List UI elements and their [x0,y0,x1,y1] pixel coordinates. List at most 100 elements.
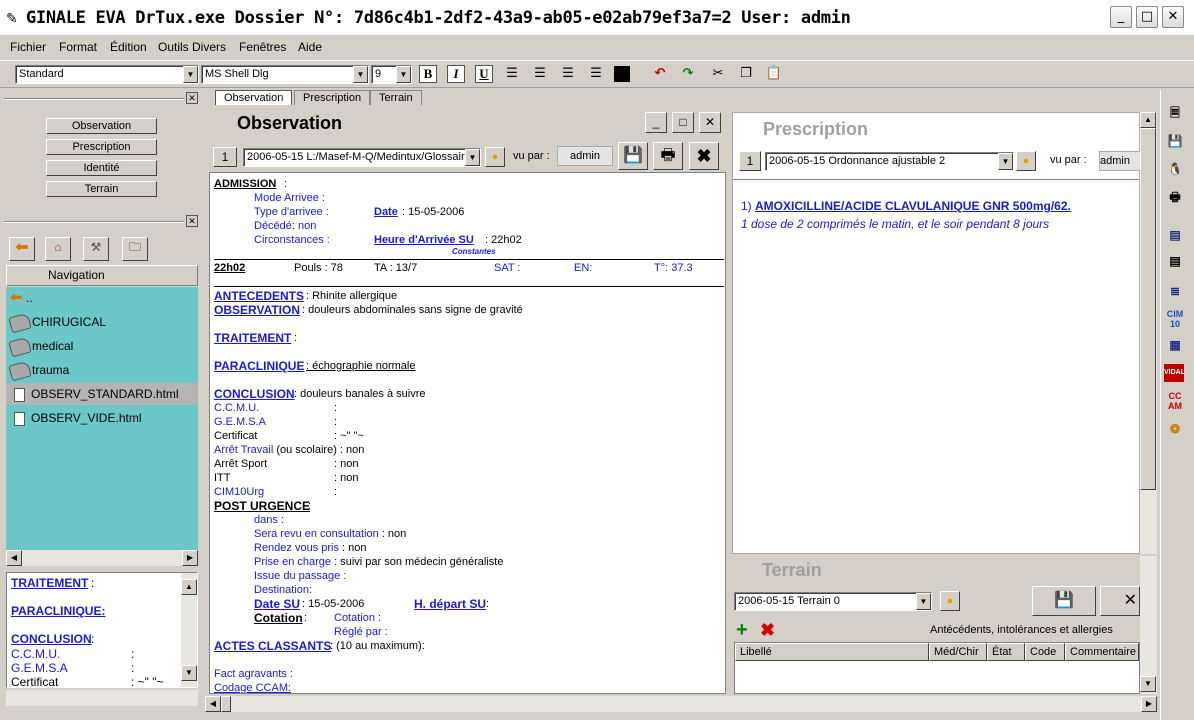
scroll-right-icon[interactable]: ▶ [1141,696,1157,712]
delete-icon[interactable]: ✕ [1100,586,1140,616]
prescription-scrollbar[interactable]: ▲ [1140,112,1157,554]
panel-maximize-button[interactable]: □ [672,112,694,133]
menu-edition[interactable]: Édition [110,40,147,54]
underline-button[interactable]: U [475,65,493,83]
close-icon[interactable]: ✕ [186,215,198,227]
notes-icon[interactable]: 🗏 [1164,102,1186,124]
align-left-icon[interactable]: ☰ [502,64,522,84]
identite-button[interactable]: Identité [46,160,157,176]
prescription-item[interactable]: 1) AMOXICILLINE/ACIDE CLAVULANIQUE GNR 5… [741,199,1071,213]
observation-doc-select[interactable]: 2006-05-15 L:/Masef-M-Q/Medintux/Glossai… [243,148,481,167]
tux-icon[interactable]: 🐧 [1164,158,1186,180]
scroll-thumb[interactable] [221,696,231,712]
menu-format[interactable]: Format [59,40,97,54]
style-select[interactable]: Standard ▼ [15,65,199,84]
remove-icon[interactable]: ✖ [760,621,778,640]
bold-button[interactable]: B [419,65,437,83]
menu-outils[interactable]: Outils Divers [158,40,226,54]
nav-item-chirugical[interactable]: CHIRUGICAL [8,311,106,334]
terrain-doc-select[interactable]: 2006-05-15 Terrain 0 ▼ [734,592,932,611]
menu-aide[interactable]: Aide [298,40,322,54]
paste-icon[interactable]: 📋 [764,64,784,84]
color-icon[interactable] [614,66,630,82]
preview-scrollbar[interactable]: ▲ ▼ [181,573,197,687]
nav-item-parent[interactable]: ⬅ .. [10,287,33,309]
save-icon[interactable]: 💾 [1032,586,1096,616]
col-libelle[interactable]: Libellé [735,643,929,661]
col-code[interactable]: Code [1025,643,1065,661]
nav-item-trauma[interactable]: trauma [8,359,69,382]
record-icon[interactable]: ● [485,147,505,167]
preview-horizontal-scrollbar[interactable] [6,690,198,706]
stack-icon[interactable]: ≣ [1164,280,1186,302]
nav-item-observ-standard[interactable]: OBSERV_STANDARD.html [6,383,198,405]
undo-icon[interactable]: ↶ [650,64,670,84]
italic-button[interactable]: I [447,65,465,83]
terrain-button[interactable]: Terrain [46,181,157,197]
save-icon[interactable]: 💾 [618,142,648,170]
window-title: GINALE EVA DrTux.exe Dossier N°: 7d86c4b… [26,8,851,28]
balls-icon[interactable]: ❂ [1164,418,1186,440]
table-icon[interactable]: ▤ [1164,250,1186,272]
vu-par-label: vu par : [513,150,550,162]
font-select[interactable]: MS Shell Dlg ▼ [201,65,369,84]
record-icon[interactable]: ● [1016,151,1036,171]
main-horizontal-scrollbar[interactable]: ◀ ▶ [205,696,1157,712]
panel-close-button[interactable]: ✕ [699,112,721,133]
list-icon[interactable]: ▤ [1164,224,1186,246]
terrain-table: Libellé Méd/Chir État Code Commentaire [734,642,1140,694]
align-center-icon[interactable]: ☰ [530,64,550,84]
folder-icon[interactable]: 🗀 [122,237,148,261]
col-commentaire[interactable]: Commentaire [1065,643,1139,661]
close-icon[interactable]: ✕ [186,92,198,104]
observation-button[interactable]: Observation [46,118,157,134]
size-select[interactable]: 9 ▼ [371,65,412,84]
print-icon[interactable]: 🖶 [1164,186,1186,208]
menu-fenetres[interactable]: Fenêtres [239,40,286,54]
tab-terrain[interactable]: Terrain [370,90,422,105]
record-icon[interactable]: ● [940,591,960,611]
scroll-down-icon[interactable]: ▼ [181,665,197,681]
right-sidebar: 🗏 💾 🐧 🖶 ▤ ▤ ≣ CIM 10 ▦ VIDAL CC AM ❂ [1160,90,1194,720]
add-icon[interactable]: + [736,620,754,640]
scroll-left-icon[interactable]: ◀ [6,550,22,566]
close-button[interactable]: ✕ [1162,6,1184,28]
scroll-right-icon[interactable]: ▶ [182,550,198,566]
align-right-icon[interactable]: ☰ [558,64,578,84]
chevron-down-icon: ▼ [998,153,1013,170]
nav-item-observ-vide[interactable]: OBSERV_VIDE.html [14,407,141,429]
vidal-icon[interactable]: VIDAL [1164,364,1185,382]
terrain-scrollbar[interactable]: ▼ [1140,556,1157,694]
menu-fichier[interactable]: Fichier [10,40,46,54]
nav-item-medical[interactable]: medical [8,335,73,358]
home-icon[interactable]: ⌂ [45,237,71,261]
nav-horizontal-scrollbar[interactable]: ◀ ▶ [6,550,198,566]
scroll-down-icon[interactable]: ▼ [1140,676,1156,692]
tab-observation[interactable]: Observation [215,90,293,105]
col-etat[interactable]: État [987,643,1025,661]
print-icon[interactable]: 🖶 [653,142,683,170]
cut-icon[interactable]: ✂ [708,64,728,84]
cim10-icon[interactable]: CIM 10 [1164,308,1186,330]
tab-prescription[interactable]: Prescription [294,90,371,105]
save-icon[interactable]: 💾 [1164,130,1186,152]
maximize-button[interactable]: □ [1136,6,1158,28]
scroll-thumb[interactable] [1140,128,1156,490]
observation-editor[interactable]: ADMISSION: Mode Arrivee : Type d'arrivee… [209,172,726,694]
prescription-button[interactable]: Prescription [46,139,157,155]
delete-icon[interactable]: ✖ [689,142,719,170]
scroll-up-icon[interactable]: ▲ [1140,112,1156,128]
scroll-left-icon[interactable]: ◀ [205,696,221,712]
tools-icon[interactable]: ⚒ [83,237,109,261]
ccam-icon[interactable]: CC AM [1164,390,1186,412]
justify-icon[interactable]: ☰ [586,64,606,84]
prescription-doc-select[interactable]: 2006-05-15 Ordonnance ajustable 2 ▼ [765,152,1014,171]
minimize-button[interactable]: _ [1110,6,1132,28]
col-med-chir[interactable]: Méd/Chir [929,643,987,661]
scroll-up-icon[interactable]: ▲ [181,579,197,595]
copy-icon[interactable]: ❐ [736,64,756,84]
redo-icon[interactable]: ↷ [678,64,698,84]
grid-icon[interactable]: ▦ [1164,334,1186,356]
back-arrow-icon[interactable]: ⬅ [9,237,35,261]
panel-minimize-button[interactable]: _ [645,112,667,133]
